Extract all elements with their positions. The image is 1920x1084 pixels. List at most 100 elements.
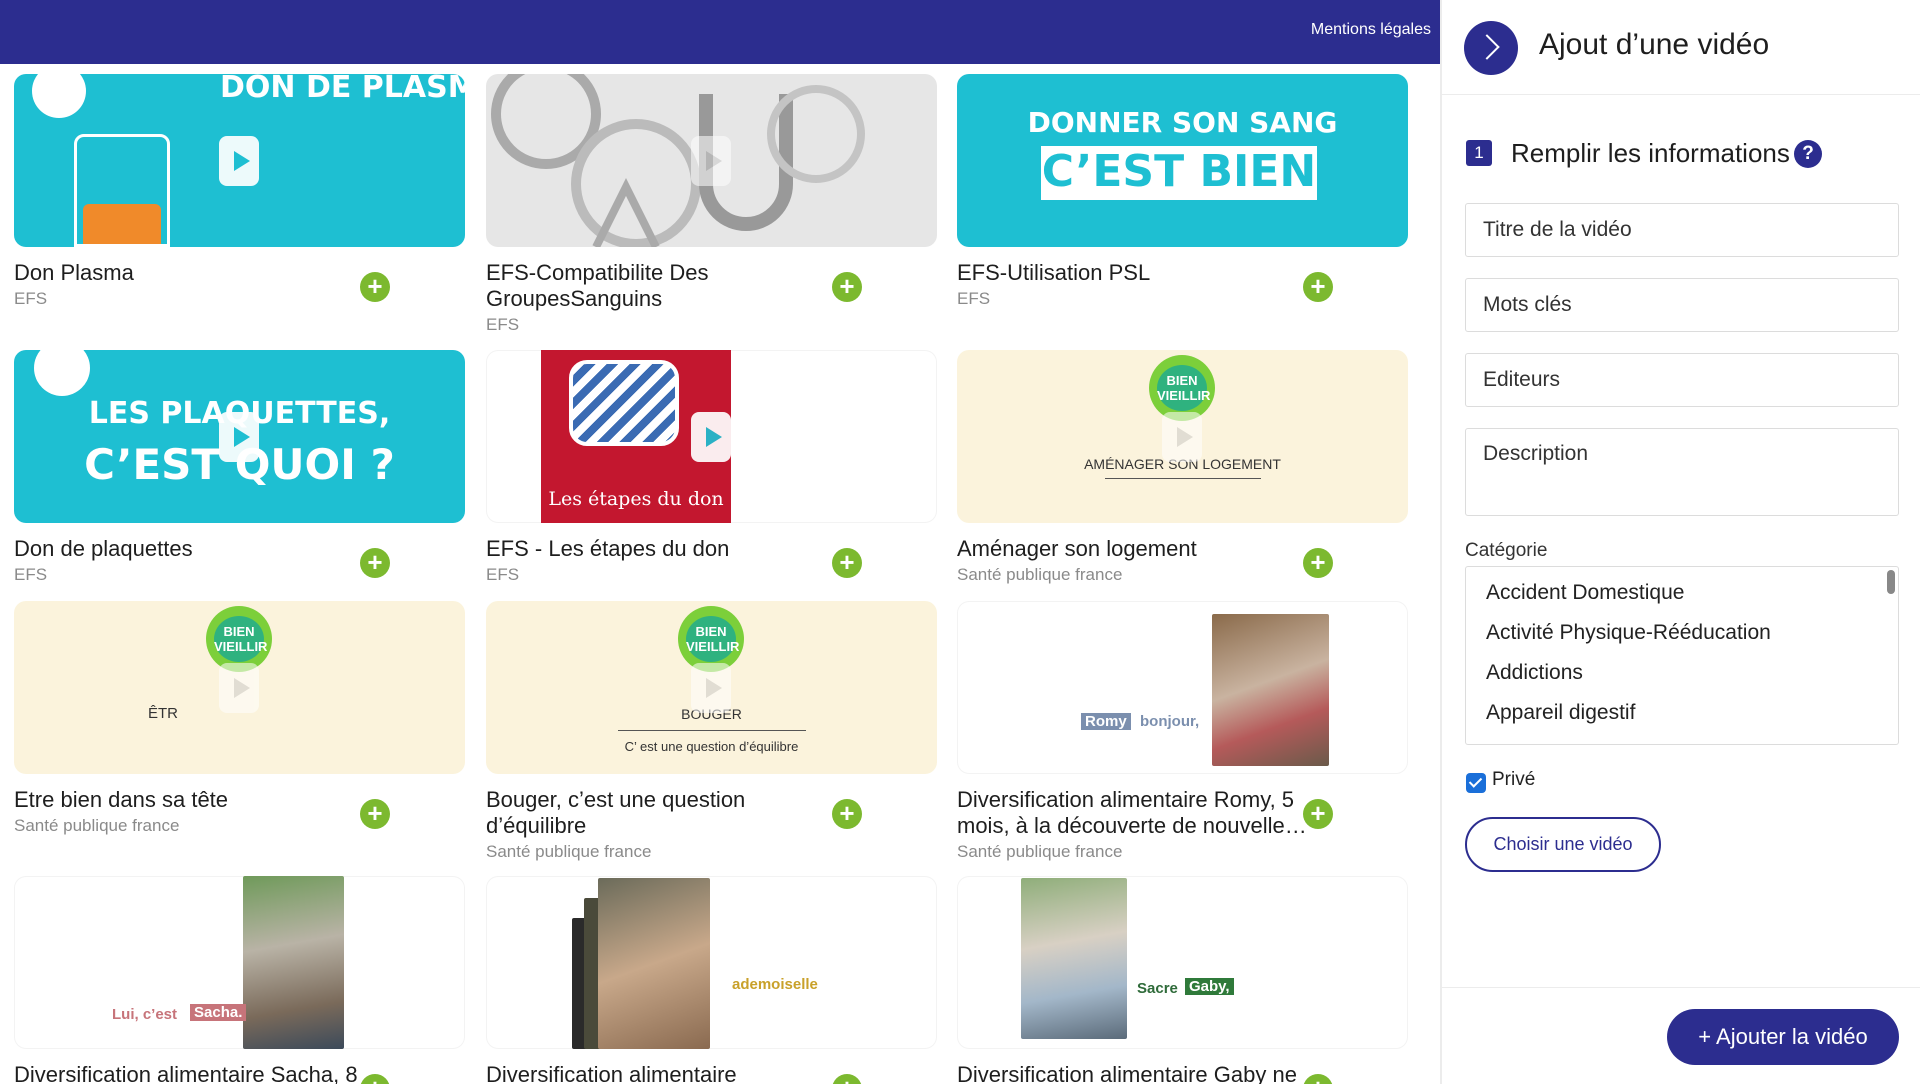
add-video-button[interactable]: +	[1303, 548, 1333, 578]
video-title: EFS - Les étapes du don	[486, 536, 730, 561]
step-number-badge: 1	[1466, 140, 1492, 166]
play-icon	[219, 412, 259, 462]
add-video-button[interactable]: +	[360, 1074, 390, 1084]
add-video-button[interactable]: +	[1303, 272, 1333, 302]
video-card: BIEN VIEILLIR ÊTR Etre bien dans sa tête…	[14, 601, 465, 835]
help-icon[interactable]: ?	[1794, 140, 1822, 168]
description-textarea[interactable]	[1465, 428, 1899, 516]
play-icon	[1162, 412, 1202, 462]
speech-bubble-graphic	[569, 360, 679, 446]
video-title: Diversification alimentaire Sacha, 8	[14, 1062, 358, 1084]
video-thumbnail[interactable]: Romy bonjour,	[957, 601, 1408, 774]
add-video-button[interactable]: +	[360, 799, 390, 829]
video-title: Don de plaquettes	[14, 536, 193, 561]
thumbnail-caption: Lui, c’est	[112, 1006, 178, 1023]
add-video-button[interactable]: +	[1303, 1074, 1333, 1084]
legal-notice-link[interactable]: Mentions légales	[1311, 21, 1431, 39]
poster-caption: Les étapes du don	[548, 488, 724, 510]
video-publisher: Santé publique france	[486, 842, 652, 861]
video-card: BIEN VIEILLIR BOUGER C’ est une question…	[486, 601, 937, 861]
thumbnail-heading: DON DE PLASMA	[220, 74, 465, 105]
video-publisher: EFS	[486, 565, 520, 584]
play-icon	[691, 412, 731, 462]
play-icon	[691, 663, 731, 713]
video-thumbnail[interactable]: DONNER SON SANG C’EST BIEN	[957, 74, 1408, 247]
video-title: Aménager son logement	[957, 536, 1197, 561]
video-title: EFS-Compatibilite Des GroupesSanguins	[486, 260, 709, 311]
thumbnail-caption: ademoiselle	[732, 976, 818, 993]
video-thumbnail[interactable]: Les étapes du don	[486, 350, 937, 523]
video-publisher: Santé publique france	[14, 816, 180, 835]
close-panel-button[interactable]	[1464, 21, 1518, 75]
video-thumbnail[interactable]: Sacre Gaby,	[957, 876, 1408, 1049]
submit-video-button[interactable]: + Ajouter la vidéo	[1667, 1009, 1899, 1065]
video-thumbnail[interactable]: BIEN VIEILLIR ÊTR	[14, 601, 465, 774]
thumbnail-name-tag: Romy	[1081, 713, 1131, 730]
video-thumbnail[interactable]: BIEN VIEILLIR BOUGER C’ est une question…	[486, 601, 937, 774]
video-title: Etre bien dans sa tête	[14, 787, 229, 812]
efs-logo	[32, 74, 86, 118]
category-label: Catégorie	[1465, 540, 1548, 561]
add-video-button[interactable]: +	[832, 548, 862, 578]
thumbnail-caption: Sacre	[1137, 980, 1178, 997]
thumbnail-heading: DONNER SON SANG	[1027, 106, 1338, 139]
child-photo	[243, 876, 344, 1049]
video-card: Les étapes du don EFS - Les étapes du do…	[486, 350, 937, 584]
add-video-button[interactable]: +	[360, 272, 390, 302]
thumbnail-subcaption: C’ est une question d’équilibre	[624, 739, 799, 754]
video-card: BIEN VIEILLIR AMÉNAGER SON LOGEMENT Amén…	[957, 350, 1408, 584]
panel-footer: + Ajouter la vidéo	[1442, 987, 1920, 1084]
video-publisher: EFS	[486, 315, 520, 334]
video-card: DON DE PLASMA Don Plasma EFS +	[14, 74, 465, 308]
video-card: ademoiselle Diversification alimentaire …	[486, 876, 937, 1084]
add-video-button[interactable]: +	[832, 272, 862, 302]
category-option[interactable]: Addictions	[1486, 661, 1583, 685]
play-icon	[691, 136, 731, 186]
video-publisher: EFS	[14, 289, 48, 308]
video-thumbnail[interactable]	[486, 74, 937, 247]
video-publisher: EFS	[14, 565, 48, 584]
video-card: EFS-Compatibilite Des GroupesSanguins EF…	[486, 74, 937, 334]
keywords-input[interactable]	[1465, 278, 1899, 332]
private-label: Privé	[1492, 769, 1536, 790]
efs-logo	[34, 350, 90, 396]
thumbnail-name-tag: Gaby,	[1185, 978, 1234, 995]
thumbnail-name-tag: Sacha.	[190, 1004, 247, 1021]
step-title: Remplir les informations	[1511, 138, 1790, 168]
panel-title: Ajout d’une vidéo	[1539, 28, 1770, 61]
category-listbox[interactable]: Accident Domestique Activité Physique-Ré…	[1465, 566, 1899, 745]
editors-input[interactable]	[1465, 353, 1899, 407]
add-video-button[interactable]: +	[832, 799, 862, 829]
video-thumbnail[interactable]: DON DE PLASMA	[14, 74, 465, 247]
video-card: Sacre Gaby, Diversification alimentaire …	[957, 876, 1408, 1084]
thumbnail-caption: ÊTR	[148, 705, 178, 722]
video-title-input[interactable]	[1465, 203, 1899, 257]
thumbnail-caption: bonjour,	[1140, 713, 1200, 730]
category-option[interactable]: Accident Domestique	[1486, 581, 1684, 605]
baby-photo	[1212, 614, 1329, 766]
category-option[interactable]: Activité Physique-Rééducation	[1486, 621, 1771, 645]
thumbnail-heading-highlight: C’EST BIEN	[1041, 146, 1317, 197]
video-thumbnail[interactable]: ademoiselle	[486, 876, 937, 1049]
add-video-button[interactable]: +	[832, 1074, 862, 1084]
video-grid: DON DE PLASMA Don Plasma EFS +	[0, 64, 1440, 1084]
video-title: Diversification alimentaire Gaby ne	[957, 1062, 1297, 1084]
category-option[interactable]: Appareil digestif	[1486, 701, 1635, 725]
private-checkbox[interactable]	[1466, 773, 1486, 793]
listbox-scrollbar[interactable]	[1887, 570, 1895, 594]
video-thumbnail[interactable]: Lui, c’est Sacha.	[14, 876, 465, 1049]
panel-header: Ajout d’une vidéo	[1442, 0, 1920, 95]
video-title: Diversification alimentaire	[486, 1062, 737, 1084]
video-title: Bouger, c’est une question d’équilibre	[486, 787, 746, 838]
video-publisher: EFS	[957, 289, 991, 308]
video-thumbnail[interactable]: LES PLAQUETTES, C’EST QUOI ?	[14, 350, 465, 523]
video-card: Lui, c’est Sacha. Diversification alimen…	[14, 876, 465, 1084]
choose-video-button[interactable]: Choisir une vidéo	[1465, 817, 1661, 872]
video-publisher: Santé publique france	[957, 565, 1123, 584]
video-card: DONNER SON SANG C’EST BIEN EFS-Utilisati…	[957, 74, 1408, 308]
plasma-bag-illustration	[74, 134, 170, 247]
video-thumbnail[interactable]: BIEN VIEILLIR AMÉNAGER SON LOGEMENT	[957, 350, 1408, 523]
add-video-button[interactable]: +	[360, 548, 390, 578]
top-bar: Mentions légales	[0, 0, 1440, 64]
add-video-button[interactable]: +	[1303, 799, 1333, 829]
